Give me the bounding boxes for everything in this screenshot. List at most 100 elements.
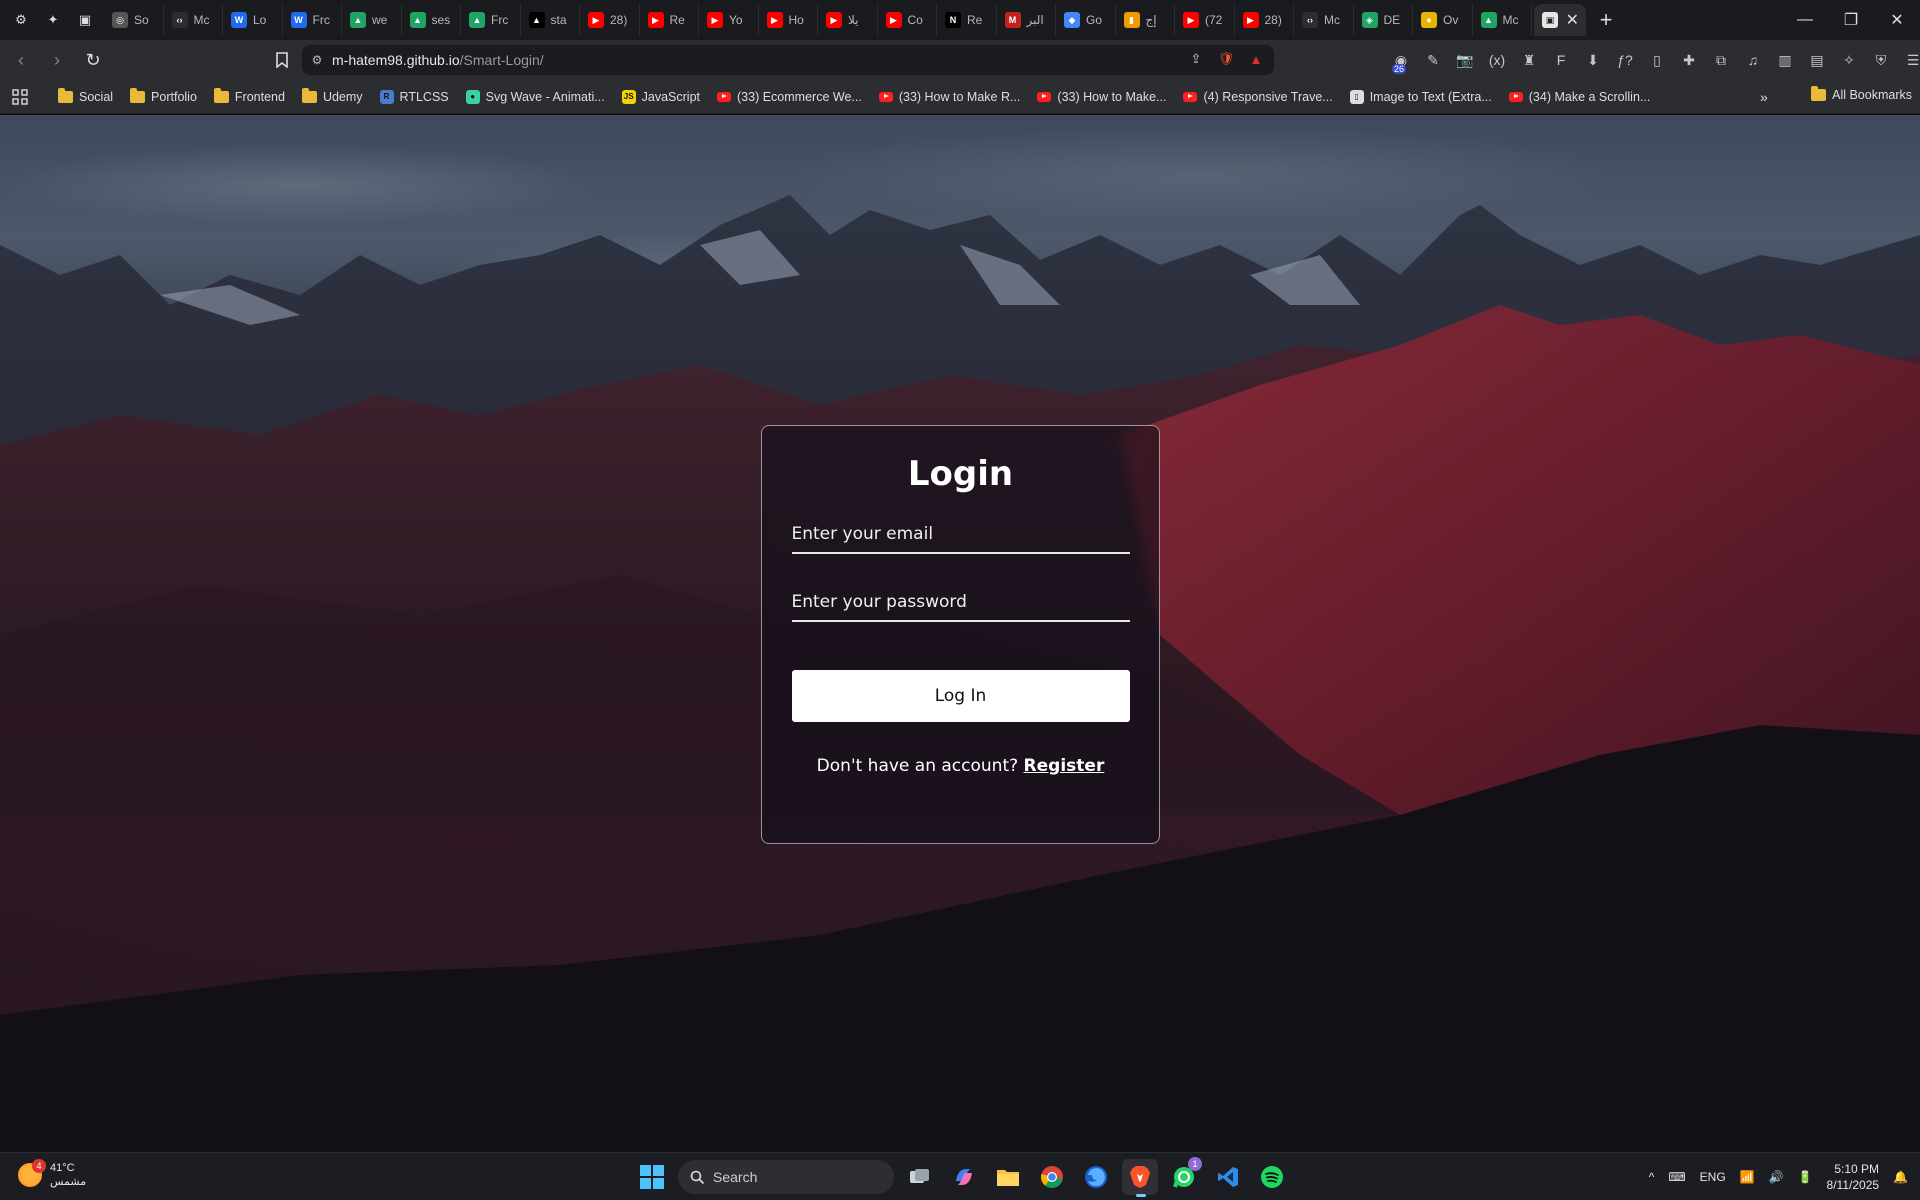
bookmark-item[interactable]: Social bbox=[58, 87, 113, 104]
extension-icon[interactable]: ▤ bbox=[1804, 46, 1830, 74]
spotify-button[interactable] bbox=[1254, 1159, 1290, 1195]
chrome-button[interactable] bbox=[1034, 1159, 1070, 1195]
register-link[interactable]: Register bbox=[1024, 756, 1105, 776]
task-view-button[interactable] bbox=[902, 1159, 938, 1195]
taskbar-search[interactable]: Search bbox=[678, 1160, 894, 1194]
language-indicator[interactable]: ENG bbox=[1700, 1170, 1726, 1184]
extension-icon[interactable]: ⧉ bbox=[1708, 46, 1734, 74]
tab[interactable]: ● Ov bbox=[1413, 4, 1473, 36]
tab[interactable]: ▶ 28) bbox=[1235, 4, 1294, 36]
tab[interactable]: W Frc bbox=[283, 4, 342, 36]
tray-overflow-button[interactable]: ^ bbox=[1649, 1170, 1655, 1184]
login-button[interactable]: Log In bbox=[791, 670, 1130, 722]
bookmark-item[interactable]: (33) How to Make... bbox=[1037, 90, 1166, 104]
close-window-button[interactable]: ✕ bbox=[1874, 0, 1920, 40]
extension-icon[interactable]: ◉ 26 bbox=[1388, 46, 1414, 74]
extension-icon[interactable]: 📷 bbox=[1452, 46, 1478, 74]
tab[interactable]: ▲ we bbox=[342, 4, 402, 36]
tab[interactable]: ▶ Re bbox=[640, 4, 699, 36]
settings-icon[interactable]: ⚙ bbox=[8, 7, 34, 33]
tab[interactable]: ▶ Yo bbox=[699, 4, 759, 36]
tab[interactable]: ▲ ses bbox=[402, 4, 461, 36]
apps-button[interactable] bbox=[0, 88, 40, 105]
brave-button[interactable] bbox=[1122, 1159, 1158, 1197]
extension-icon[interactable]: ⛨ bbox=[1868, 46, 1894, 74]
tab[interactable]: ▶ 28) bbox=[580, 4, 640, 36]
bookmark-item[interactable]: Portfolio bbox=[130, 87, 197, 104]
tab[interactable]: ▲ Mc bbox=[1473, 4, 1532, 36]
bookmark-page-button[interactable] bbox=[268, 46, 296, 74]
tab[interactable]: ▮ إج bbox=[1116, 4, 1175, 36]
tab[interactable]: ‹› Mc bbox=[164, 4, 223, 36]
tab[interactable]: ▲ Frc bbox=[461, 4, 521, 36]
tab[interactable]: ▲ sta bbox=[521, 4, 580, 36]
tab-active[interactable]: ▣ ✕ bbox=[1534, 4, 1586, 36]
extension-icon[interactable]: F bbox=[1548, 46, 1574, 74]
extension-icon[interactable]: ♜ bbox=[1516, 46, 1542, 74]
bookmark-item[interactable]: Udemy bbox=[301, 87, 363, 104]
bookmark-item[interactable]: (34) Make a Scrollin... bbox=[1508, 90, 1650, 104]
volume-icon[interactable]: 🔊 bbox=[1769, 1170, 1784, 1184]
wallet-icon[interactable]: ▣ bbox=[72, 7, 98, 33]
bookmark-item[interactable]: ● Svg Wave - Animati... bbox=[465, 89, 605, 104]
brave-shields-icon[interactable]: 🛡 bbox=[1216, 49, 1236, 69]
extension-icon[interactable]: ☰ bbox=[1900, 46, 1920, 74]
file-explorer-button[interactable] bbox=[990, 1159, 1026, 1195]
all-bookmarks-button[interactable]: All Bookmarks bbox=[1811, 86, 1912, 102]
bookmark-item[interactable]: (4) Responsive Trave... bbox=[1183, 90, 1333, 104]
bookmark-item[interactable]: Frontend bbox=[213, 87, 285, 104]
tab[interactable]: M البر bbox=[997, 4, 1056, 36]
tab[interactable]: ▶ (72 bbox=[1175, 4, 1235, 36]
tab[interactable]: ◎ So bbox=[104, 4, 164, 36]
tab[interactable]: ‹› Mc bbox=[1294, 4, 1354, 36]
brave-rewards-icon[interactable]: ▲ bbox=[1246, 49, 1266, 69]
battery-icon[interactable]: 🔋 bbox=[1798, 1170, 1813, 1184]
forward-button[interactable]: › bbox=[42, 45, 72, 75]
address-bar[interactable]: ⚙ m-hatem98.github.io/Smart-Login/ ⇪ 🛡 ▲ bbox=[302, 45, 1274, 75]
tab[interactable]: N Re bbox=[937, 4, 997, 36]
tab[interactable]: ▶ يلا bbox=[818, 4, 878, 36]
bookmark-item[interactable]: (33) How to Make R... bbox=[878, 90, 1020, 104]
extension-icon[interactable]: ✚ bbox=[1676, 46, 1702, 74]
extension-icon[interactable]: ♫ bbox=[1740, 46, 1766, 74]
url-text[interactable]: m-hatem98.github.io/Smart-Login/ bbox=[332, 52, 544, 68]
clock[interactable]: 5:10 PM 8/11/2025 bbox=[1827, 1161, 1880, 1193]
new-tab-button[interactable]: + bbox=[1590, 4, 1622, 36]
copilot-button[interactable] bbox=[946, 1159, 982, 1195]
maximize-button[interactable]: ❐ bbox=[1828, 0, 1874, 40]
share-icon[interactable]: ⇪ bbox=[1186, 49, 1206, 69]
reload-button[interactable]: ↻ bbox=[78, 45, 108, 75]
extension-icon[interactable]: (x) bbox=[1484, 46, 1510, 74]
minimize-button[interactable]: — bbox=[1782, 0, 1828, 40]
password-input[interactable] bbox=[791, 592, 1130, 612]
start-button[interactable] bbox=[634, 1159, 670, 1195]
weather-widget[interactable]: 4 41°C مشمس bbox=[18, 1159, 86, 1189]
bookmark-item[interactable]: R RTLCSS bbox=[379, 89, 449, 104]
extension-icon[interactable]: ✧ bbox=[1836, 46, 1862, 74]
extension-icon[interactable]: ▯ bbox=[1644, 46, 1670, 74]
keyboard-icon[interactable]: ⌨ bbox=[1668, 1170, 1685, 1184]
leo-ai-icon[interactable]: ✦ bbox=[40, 7, 66, 33]
firefox-button[interactable] bbox=[1078, 1159, 1114, 1195]
extension-icon[interactable]: ⬇ bbox=[1580, 46, 1606, 74]
whatsapp-button[interactable]: 1 bbox=[1166, 1157, 1202, 1195]
extension-icon[interactable]: ƒ? bbox=[1612, 46, 1638, 74]
tab[interactable]: ▶ Co bbox=[878, 4, 937, 36]
wifi-icon[interactable]: 📶 bbox=[1740, 1170, 1755, 1184]
notification-icon[interactable]: 🔔 bbox=[1893, 1170, 1908, 1184]
vscode-button[interactable] bbox=[1210, 1159, 1246, 1195]
back-button[interactable]: ‹ bbox=[6, 45, 36, 75]
email-input[interactable] bbox=[791, 524, 1130, 544]
bookmark-item[interactable]: JS JavaScript bbox=[621, 89, 700, 104]
bookmark-item[interactable]: ▯ Image to Text (Extra... bbox=[1349, 89, 1492, 104]
site-info-icon[interactable]: ⚙ bbox=[302, 53, 332, 67]
tab[interactable]: ◈ DE bbox=[1354, 4, 1413, 36]
extension-icon[interactable]: ▥ bbox=[1772, 46, 1798, 74]
more-bookmarks-button[interactable]: » bbox=[1760, 89, 1768, 105]
tab[interactable]: ◆ Go bbox=[1056, 4, 1116, 36]
tab[interactable]: W Lo bbox=[223, 4, 283, 36]
tab[interactable]: ▶ Ho bbox=[759, 4, 818, 36]
bookmark-item[interactable]: (33) Ecommerce We... bbox=[717, 90, 862, 104]
close-icon[interactable]: ✕ bbox=[1566, 10, 1579, 30]
extension-icon[interactable]: ✎ bbox=[1420, 46, 1446, 74]
